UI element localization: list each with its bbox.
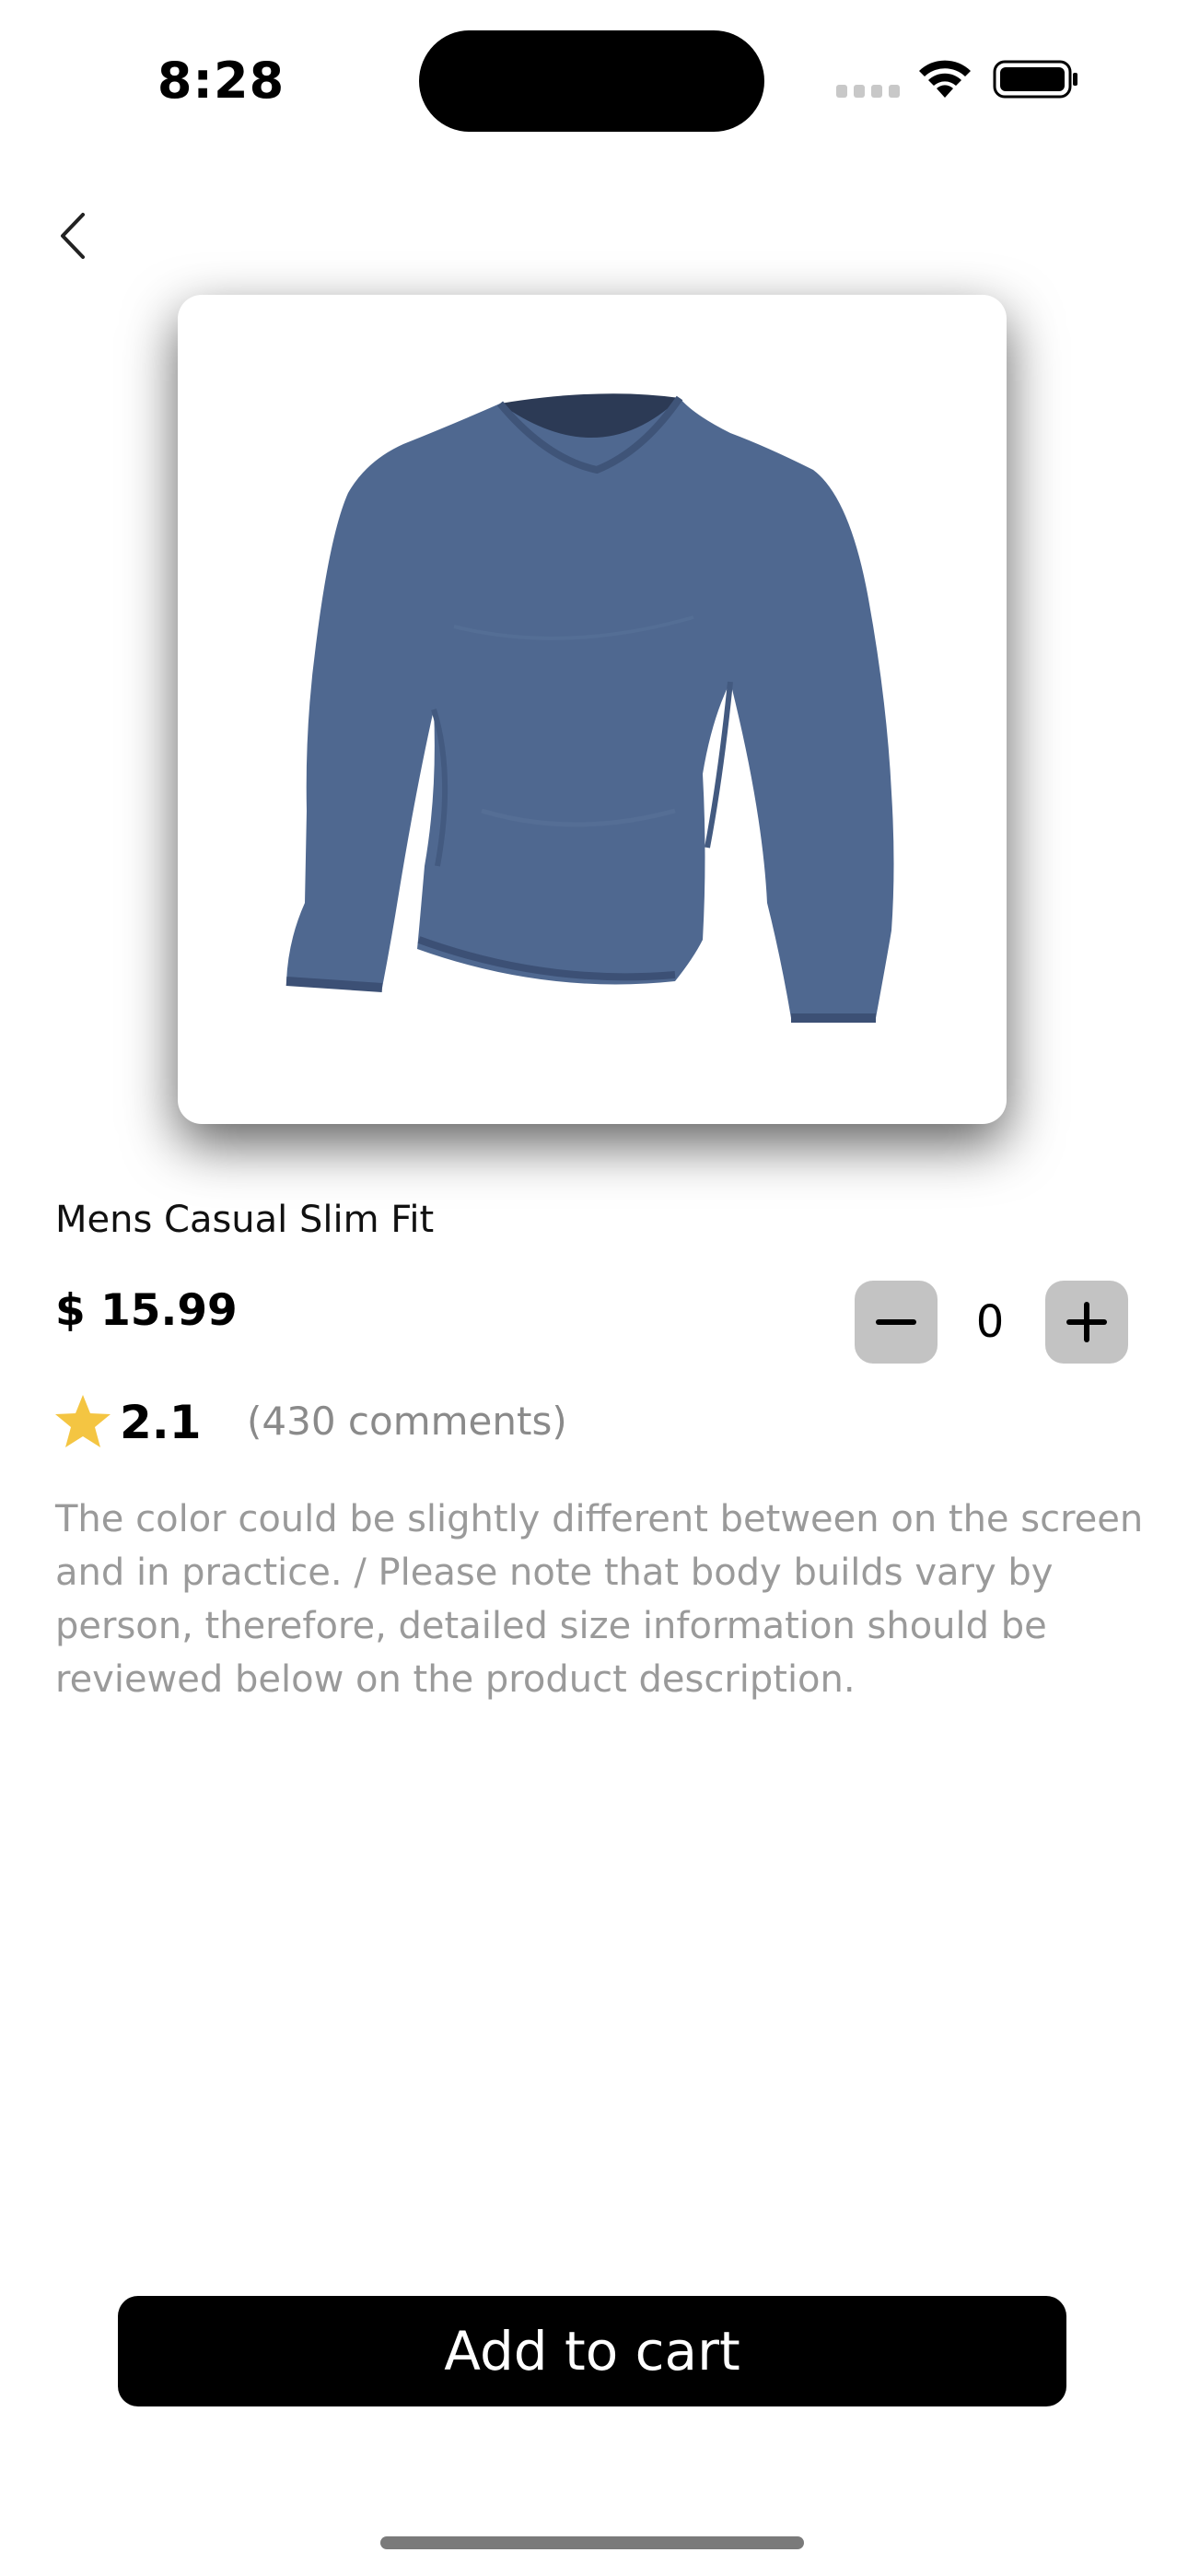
status-time: 8:28: [157, 52, 285, 110]
star-icon: [55, 1395, 111, 1447]
back-button[interactable]: [48, 201, 99, 271]
comments-count: (430 comments): [247, 1399, 567, 1444]
increase-quantity-button[interactable]: [1045, 1281, 1128, 1364]
battery-icon: [993, 60, 1077, 99]
chevron-left-icon: [61, 213, 85, 259]
home-indicator: [380, 2536, 804, 2549]
decrease-quantity-button[interactable]: [855, 1281, 938, 1364]
cellular-signal-icon: [836, 85, 901, 98]
add-to-cart-button[interactable]: Add to cart: [118, 2296, 1066, 2406]
wifi-icon: [919, 60, 971, 98]
minus-icon: [876, 1319, 916, 1325]
quantity-value: 0: [975, 1296, 1005, 1348]
rating-value: 2.1: [120, 1396, 202, 1449]
product-description: The color could be slightly different be…: [55, 1498, 1144, 1701]
product-title: Mens Casual Slim Fit: [55, 1199, 435, 1241]
product-image-card: [178, 295, 1007, 1124]
long-sleeve-shirt-image: [285, 393, 894, 1023]
dynamic-island: [419, 30, 764, 132]
product-detail-screen: 8:28 Mens Casual Slim Fit $ 15.99 0 2.1 …: [0, 0, 1188, 2576]
product-price: $ 15.99: [55, 1285, 238, 1336]
